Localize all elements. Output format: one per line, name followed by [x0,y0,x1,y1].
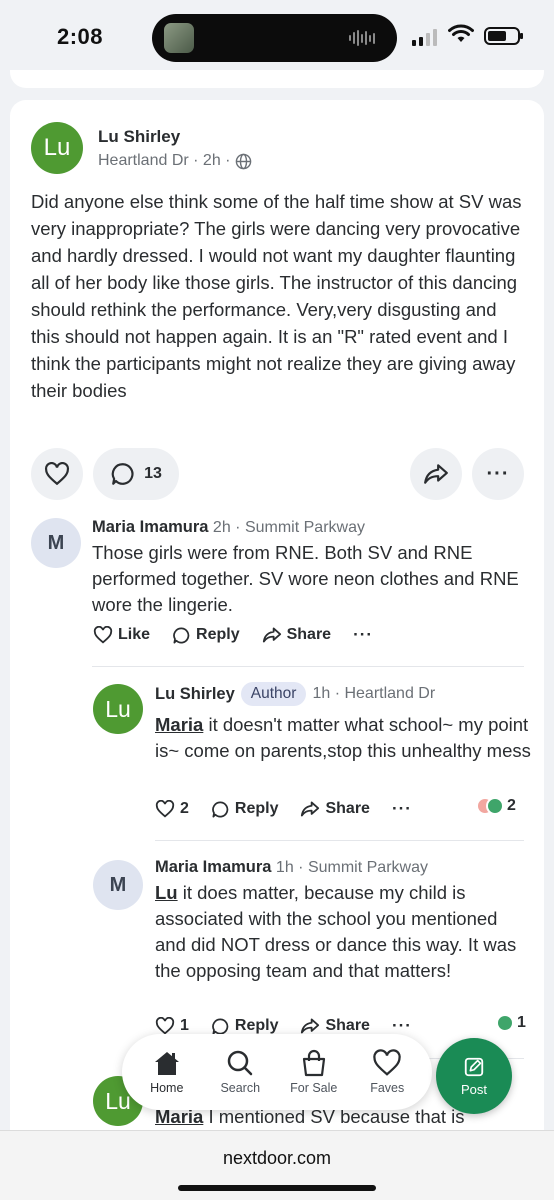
status-time: 2:08 [57,24,104,49]
post-button[interactable]: Post [436,1038,512,1114]
comment-bubble-icon [111,463,134,485]
search-icon [228,1050,253,1076]
reaction-thumbs-up-icon [486,797,504,815]
post-body: Did anyone else think some of the half t… [31,191,522,401]
mention-link[interactable]: Lu [155,882,178,903]
author-badge: Author [240,682,307,706]
comment-text: Those girls were from RNE. Both SV and R… [92,542,519,615]
compose-icon [464,1057,484,1076]
comment-text: Maria it doesn't matter what school~ my … [155,714,531,761]
heart-icon [45,462,69,486]
tab-faves[interactable]: Faves [354,1049,420,1095]
reply-button[interactable]: Reply [211,1017,278,1036]
comment-count: 13 [144,465,162,482]
tab-for-sale[interactable]: For Sale [281,1049,347,1095]
like-button[interactable]: 1 [155,1017,189,1035]
now-playing-artwork [164,23,194,53]
reply-button[interactable]: Reply [172,626,240,645]
tab-home[interactable]: Home [134,1049,200,1095]
comment-bubble-icon [212,801,229,817]
heart-icon [155,800,175,818]
comment-author[interactable]: Maria Imamura [155,858,271,876]
home-indicator[interactable] [178,1185,376,1191]
share-arrow-icon [262,627,281,643]
share-button[interactable]: Share [300,800,370,818]
post-meta: Heartland Dr · 2h · [98,152,252,170]
reaction-thumbs-up-icon [496,1014,514,1032]
like-button[interactable]: 2 [155,800,189,818]
more-options-button[interactable]: ··· [472,448,524,500]
comment-header: Maria Imamura 1h · Summit Parkway [155,858,428,876]
share-arrow-icon [301,1018,320,1034]
comment-actions: 1 Reply Share ··· [155,1016,412,1036]
audio-wave-icon [349,29,375,47]
url-text[interactable]: nextdoor.com [0,1148,554,1169]
post-author-name[interactable]: Lu Shirley [98,127,180,147]
reply-button[interactable]: Reply [211,800,278,819]
share-arrow-icon [424,464,448,484]
more-icon[interactable]: ··· [392,799,412,819]
comment-actions: 2 Reply Share ··· [155,799,412,819]
mention-link[interactable]: Maria [155,714,203,735]
comment-text: Lu it does matter, because my child is a… [155,882,517,981]
dynamic-island[interactable] [152,14,397,62]
comment-bubble-icon [212,1018,229,1034]
heart-icon [373,1049,401,1076]
avatar[interactable]: Lu [93,684,143,734]
like-button[interactable]: Like [93,626,150,644]
share-post-button[interactable] [410,448,462,500]
divider [155,840,524,841]
browser-url-bar: nextdoor.com [0,1130,554,1200]
more-icon: ··· [486,462,510,485]
globe-icon [235,153,251,169]
status-bar: 2:08 [0,0,554,76]
comments-button[interactable]: 13 [93,448,179,500]
more-icon[interactable]: ··· [392,1016,412,1036]
share-button[interactable]: Share [300,1017,370,1035]
comment-author[interactable]: Lu Shirley [155,685,235,704]
comment-bubble-icon [173,627,190,643]
like-button[interactable] [31,448,83,500]
reactions-summary[interactable]: 1 [496,1014,526,1032]
comment-header: Maria Imamura 2h · Summit Parkway [92,518,365,536]
tab-search[interactable]: Search [207,1049,273,1095]
divider [92,666,524,667]
comment-header: Lu Shirley Author 1h · Heartland Dr [155,682,435,706]
cellular-signal-icon [412,28,437,46]
wifi-icon [448,24,474,42]
heart-icon [93,626,113,644]
heart-icon [155,1017,175,1035]
bottom-tab-bar: Home Search For Sale Faves [122,1034,432,1110]
battery-icon [484,27,523,45]
bag-icon [302,1049,325,1077]
avatar[interactable]: M [31,518,81,568]
comment-actions: Like Reply Share ··· [93,625,373,645]
reactions-summary[interactable]: 2 [476,797,516,815]
share-arrow-icon [301,801,320,817]
previous-post-card [10,70,544,88]
avatar[interactable]: M [93,860,143,910]
more-icon[interactable]: ··· [353,625,373,645]
home-icon [154,1052,179,1075]
avatar[interactable]: Lu [31,122,83,174]
comment-author[interactable]: Maria Imamura [92,518,208,536]
share-button[interactable]: Share [262,626,331,644]
